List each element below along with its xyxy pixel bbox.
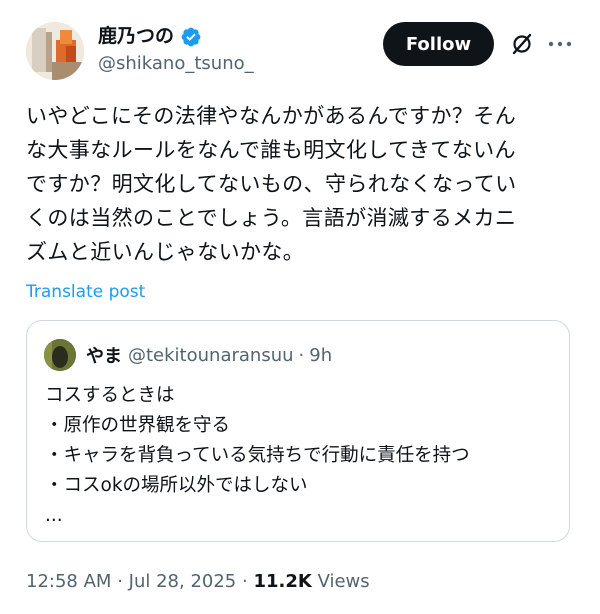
tweet-text-line: いやどこにその法律やなんかがあるんですか？そん (26, 104, 517, 128)
views-label: Views (317, 571, 370, 592)
tweet-meta: 12:58 AM · Jul 28, 2025 · 11.2K Views (26, 570, 370, 594)
quoted-author-name: やま (86, 346, 122, 367)
follow-button[interactable]: Follow (383, 22, 494, 66)
quoted-text-line: ・原作の世界観を守る (45, 415, 231, 436)
tweet-text-line: ですか？明文化してないもの、守られなくなってい (26, 172, 517, 196)
grok-icon[interactable] (510, 32, 534, 56)
quoted-tweet-text: コスするときは ・原作の世界観を守る ・キャラを背負っている気持ちで行動に責任を… (45, 381, 555, 531)
separator-dot: · (117, 571, 123, 592)
translate-post-link[interactable]: Translate post (26, 281, 145, 303)
verified-badge-icon (181, 27, 201, 46)
post-time[interactable]: 12:58 AM (26, 571, 111, 592)
tweet-header: 鹿乃つの @shikano_tsuno_ Follow (26, 22, 576, 82)
author-display-name[interactable]: 鹿乃つの (98, 24, 174, 49)
tweet-text: いやどこにその法律やなんかがあるんですか？そん な大事なルールをなんで誰も明文化… (26, 99, 582, 269)
quoted-text-line: コスするときは (45, 385, 175, 406)
quoted-text-ellipsis: ... (45, 505, 63, 526)
views-count[interactable]: 11.2K (253, 571, 311, 592)
photo-avatar-icon (26, 22, 84, 80)
author-avatar[interactable] (26, 22, 84, 80)
author-info: 鹿乃つの @shikano_tsuno_ (98, 24, 254, 76)
quoted-tweet-header: やま @tekitounaransuu · 9h (44, 338, 332, 372)
separator-dot: · (242, 571, 248, 592)
tweet-text-line: ズムと近いんじゃないかな。 (26, 240, 305, 264)
tweet-text-line: くのは当然のことでしょう。言語が消滅するメカニ (26, 206, 517, 230)
quoted-tweet-card[interactable]: やま @tekitounaransuu · 9h コスするときは ・原作の世界観… (26, 320, 570, 542)
quoted-author-handle: @tekitounaransuu (128, 344, 294, 366)
quoted-text-line: ・コスokの場所以外ではしない (45, 475, 308, 496)
tweet-text-line: な大事なルールをなんで誰も明文化してきてないん (26, 138, 516, 162)
post-date[interactable]: Jul 28, 2025 (129, 571, 237, 592)
photo-avatar-icon (44, 339, 76, 371)
quoted-tweet-time: 9h (309, 344, 333, 366)
quoted-text-line: ・キャラを背負っている気持ちで行動に責任を持つ (45, 445, 470, 466)
quoted-author-avatar[interactable] (44, 339, 76, 371)
more-options-icon[interactable] (548, 40, 572, 48)
author-handle[interactable]: @shikano_tsuno_ (98, 51, 254, 76)
separator-dot: · (298, 344, 305, 366)
author-name-row[interactable]: 鹿乃つの (98, 24, 254, 49)
